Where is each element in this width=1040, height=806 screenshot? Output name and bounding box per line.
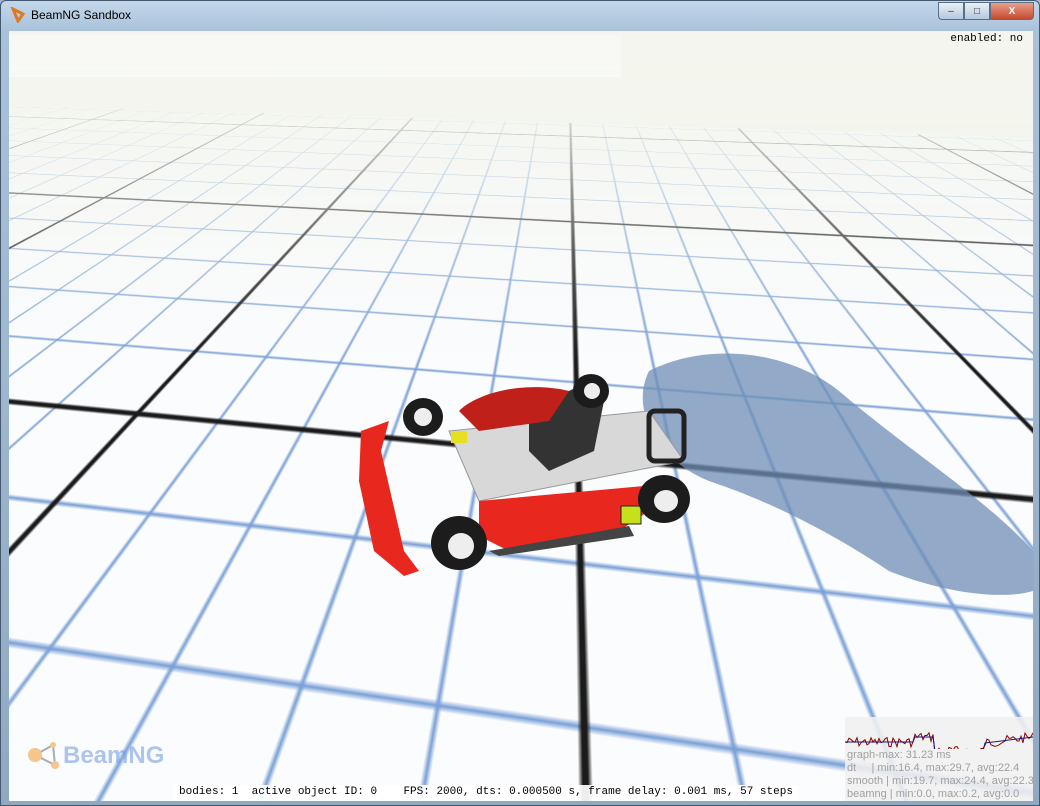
graph-max-label: graph-max: 31.23 ms (847, 749, 951, 761)
beamng-logo-text: BeamNG (63, 742, 165, 769)
smooth-stats: smooth | min:19.7, max:24.4, avg:22.3 (847, 775, 1033, 787)
3d-viewport[interactable]: enabled: no BeamNG bodies: 1 active obje… (9, 31, 1033, 801)
title-bar[interactable]: BeamNG Sandbox – □ X (1, 1, 1040, 29)
window-title: BeamNG Sandbox (31, 8, 132, 22)
maximize-button[interactable]: □ (964, 2, 990, 20)
frame-time-graph (845, 731, 1033, 749)
dt-stats: dt | min:16.4, max:29.7, avg:22.4 (847, 762, 1020, 774)
beamng-app-icon (10, 7, 26, 23)
kart-shadow (642, 353, 1033, 595)
active-object-id: active object ID: 0 (251, 786, 378, 798)
status-bar: bodies: 1 active object ID: 0 FPS: 2000,… (173, 785, 799, 801)
bodies-count: bodies: 1 (179, 786, 239, 798)
fps-readout: FPS: 2000, dts: 0.000500 s, frame delay:… (403, 786, 793, 798)
minimize-button[interactable]: – (938, 2, 964, 20)
performance-graph-panel: graph-max: 31.23 ms dt | min:16.4, max:2… (845, 717, 1033, 801)
kart-vehicle (359, 374, 690, 576)
kart-scene (359, 353, 1033, 595)
beamng-logo: BeamNG (27, 741, 164, 771)
close-button[interactable]: X (990, 2, 1034, 20)
window-frame: BeamNG Sandbox – □ X enabled: no BeamNG … (0, 0, 1040, 806)
smooth-series-line (845, 736, 1033, 749)
beamng-logo-icon (28, 742, 59, 769)
beamng-stats: beamng | min:0.0, max:0.2, avg:0.0 (847, 788, 1020, 800)
